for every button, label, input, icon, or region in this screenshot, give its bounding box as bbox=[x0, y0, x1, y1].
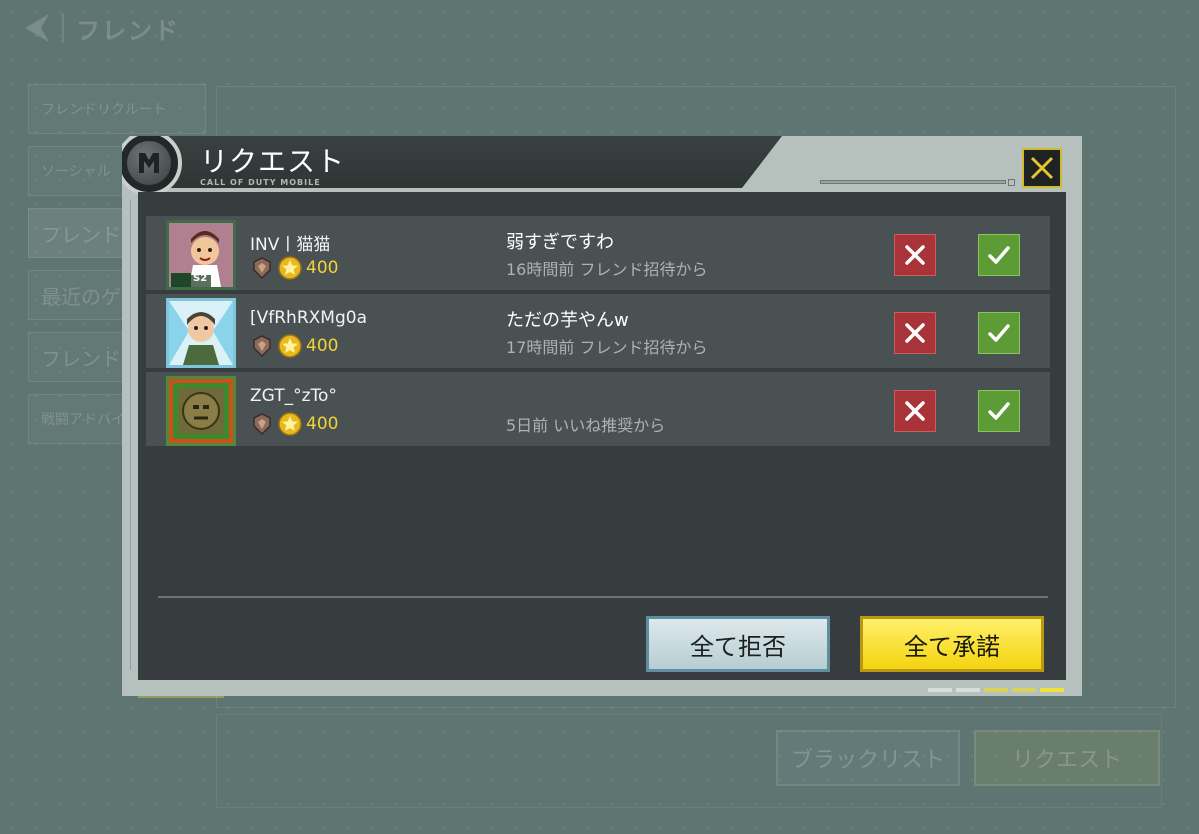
reject-button[interactable] bbox=[894, 312, 936, 354]
player-name: ZGT_°zTo° bbox=[250, 386, 337, 406]
dialog-side-rail bbox=[126, 200, 131, 670]
player-stats: 400 bbox=[250, 412, 338, 436]
player-avatar[interactable] bbox=[166, 298, 236, 368]
footer-divider bbox=[158, 596, 1048, 598]
footer-tick bbox=[984, 688, 1008, 692]
season-badge: S2 bbox=[193, 273, 208, 284]
reject-button[interactable] bbox=[894, 390, 936, 432]
request-row: [VfRhRXMg0a 400 ただの芋やんw 17時間前 フレンド招待から bbox=[146, 294, 1050, 368]
logo-m-glyph bbox=[139, 153, 159, 173]
rank-badge-icon bbox=[253, 257, 271, 280]
accept-check-icon bbox=[988, 324, 1010, 342]
accept-button[interactable] bbox=[978, 390, 1020, 432]
logo-emblem bbox=[127, 141, 171, 185]
request-time-source: 16時間前 フレンド招待から bbox=[506, 260, 708, 279]
avatar-image bbox=[169, 379, 233, 443]
page-title: フレンド bbox=[76, 16, 180, 45]
menu-item-friend-recruit[interactable]: フレンドリクルート bbox=[28, 84, 206, 134]
star-coin-icon bbox=[278, 256, 302, 280]
player-name: INV丨猫猫 bbox=[250, 235, 331, 255]
request-time-source: 17時間前 フレンド招待から bbox=[506, 338, 708, 357]
close-icon bbox=[1030, 156, 1054, 180]
reject-x-icon bbox=[905, 323, 925, 343]
accept-button[interactable] bbox=[978, 312, 1020, 354]
dialog-body: S2 INV丨猫猫 400 弱すぎですわ 16時間前 フレンド招待から [VfR… bbox=[138, 192, 1066, 680]
header-separator bbox=[62, 13, 64, 43]
back-chevron-icon bbox=[25, 14, 49, 42]
dialog-footer-ticks bbox=[928, 688, 1064, 692]
header-deco-square bbox=[1008, 179, 1015, 186]
blacklist-button[interactable]: ブラックリスト bbox=[776, 730, 960, 786]
player-avatar[interactable] bbox=[166, 376, 236, 446]
accept-button[interactable] bbox=[978, 234, 1020, 276]
player-points: 400 bbox=[306, 258, 339, 278]
star-coin-icon bbox=[278, 334, 302, 358]
close-button[interactable] bbox=[1022, 148, 1062, 188]
accept-all-button[interactable]: 全て承諾 bbox=[860, 616, 1044, 672]
player-name: [VfRhRXMg0a bbox=[250, 308, 367, 328]
player-points: 400 bbox=[306, 336, 339, 356]
rank-badge-icon bbox=[253, 413, 271, 436]
request-message: 弱すぎですわ bbox=[506, 232, 614, 253]
dialog-subtitle: CALL OF DUTY MOBILE bbox=[200, 178, 321, 187]
reject-x-icon bbox=[905, 401, 925, 421]
background-header: フレンド bbox=[18, 10, 180, 46]
player-stats: 400 bbox=[250, 334, 338, 358]
footer-tick bbox=[956, 688, 980, 692]
request-time-source: 5日前 いいね推奨から bbox=[506, 416, 666, 435]
accept-check-icon bbox=[988, 246, 1010, 264]
dialog-title: リクエスト bbox=[200, 145, 346, 178]
rank-badge-icon bbox=[253, 335, 271, 358]
back-button[interactable] bbox=[18, 10, 54, 46]
request-row: ZGT_°zTo° 400 5日前 いいね推奨から bbox=[146, 372, 1050, 446]
reject-all-button[interactable]: 全て拒否 bbox=[646, 616, 830, 672]
avatar-image bbox=[169, 301, 233, 365]
player-stats: 400 bbox=[250, 256, 338, 280]
reject-x-icon bbox=[905, 245, 925, 265]
request-list: S2 INV丨猫猫 400 弱すぎですわ 16時間前 フレンド招待から [VfR… bbox=[146, 216, 1050, 450]
footer-tick bbox=[928, 688, 952, 692]
request-row: S2 INV丨猫猫 400 弱すぎですわ 16時間前 フレンド招待から bbox=[146, 216, 1050, 290]
star-coin-icon bbox=[278, 412, 302, 436]
player-avatar[interactable]: S2 bbox=[166, 220, 236, 290]
request-dialog: リクエスト CALL OF DUTY MOBILE S2 INV丨猫猫 400 … bbox=[122, 136, 1082, 696]
request-message: ただの芋やんw bbox=[506, 310, 629, 331]
request-tab-button[interactable]: リクエスト bbox=[974, 730, 1160, 786]
accept-check-icon bbox=[988, 402, 1010, 420]
footer-tick bbox=[1012, 688, 1036, 692]
footer-tick bbox=[1040, 688, 1064, 692]
header-deco-line bbox=[820, 180, 1006, 184]
reject-button[interactable] bbox=[894, 234, 936, 276]
player-points: 400 bbox=[306, 414, 339, 434]
